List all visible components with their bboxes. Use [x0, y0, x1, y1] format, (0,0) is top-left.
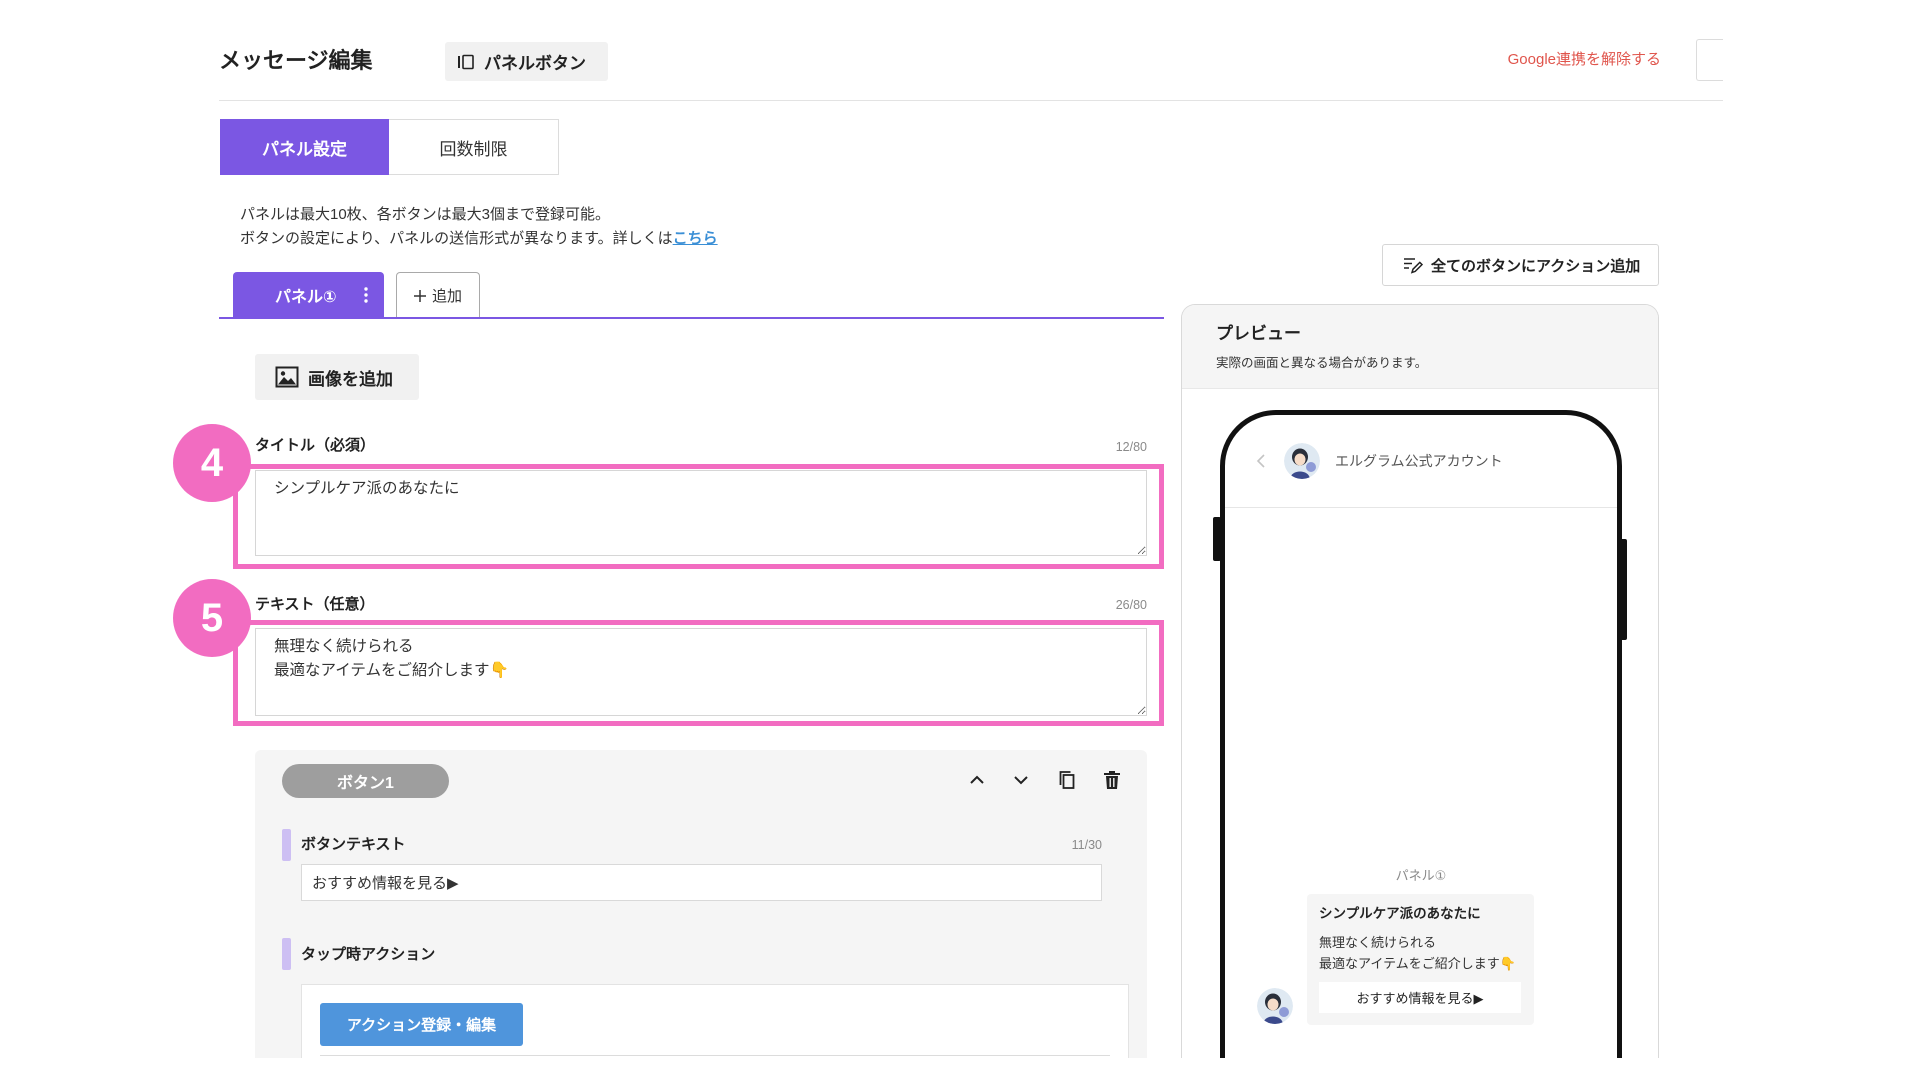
preview-panel: プレビュー 実際の画面と異なる場合があります。 エルグラム公式アカウント パネル…: [1181, 304, 1659, 1058]
details-link[interactable]: こちら: [673, 230, 718, 247]
chevron-down-icon[interactable]: [1008, 767, 1034, 793]
add-action-all-label: 全てのボタンにアクション追加: [1431, 257, 1641, 275]
preview-header: プレビュー 実際の画面と異なる場合があります。: [1182, 305, 1658, 389]
copy-icon[interactable]: [1054, 767, 1080, 793]
add-image-button[interactable]: 画像を追加: [255, 354, 419, 400]
info-line-2-text: ボタンの設定により、パネルの送信形式が異なります。詳しくは: [240, 229, 673, 247]
image-icon: [275, 366, 299, 388]
preview-note: 実際の画面と異なる場合があります。: [1216, 356, 1428, 370]
page-title: メッセージ編集: [219, 48, 373, 73]
chevron-left-icon[interactable]: [1256, 453, 1268, 471]
message-card-button[interactable]: おすすめ情報を見る▶: [1319, 982, 1521, 1013]
message-avatar: [1257, 988, 1293, 1024]
title-char-counter: 12/80: [1115, 440, 1147, 454]
text-field-label: テキスト（任意）: [255, 596, 375, 613]
kebab-menu-icon[interactable]: [358, 285, 374, 305]
chat-header-divider: [1225, 507, 1617, 508]
list-edit-icon: [1403, 256, 1423, 274]
label-accent-bar: [282, 829, 291, 861]
action-register-edit-button[interactable]: アクション登録・編集: [320, 1003, 523, 1046]
trash-icon[interactable]: [1099, 767, 1125, 793]
preview-panel-label: パネル①: [1395, 868, 1447, 883]
tab-count-limit[interactable]: 回数制限: [389, 119, 559, 175]
add-panel-tab[interactable]: 追加: [396, 272, 480, 318]
add-panel-label: 追加: [432, 288, 463, 305]
google-unlink-link[interactable]: Google連携を解除する: [1508, 50, 1661, 70]
button-text-input[interactable]: [301, 864, 1102, 901]
button-text-label: ボタンテキスト: [301, 836, 406, 853]
message-card-title: シンプルケア派のあなたに: [1319, 906, 1481, 921]
button-text-counter: 11/30: [1071, 838, 1102, 852]
button-badge: ボタン1: [282, 764, 449, 798]
tap-action-label: タップ時アクション: [301, 946, 436, 963]
add-action-all-button[interactable]: 全てのボタンにアクション追加: [1382, 244, 1659, 286]
panel-tab-1[interactable]: パネル①: [233, 272, 384, 318]
chevron-up-icon[interactable]: [964, 767, 990, 793]
preview-title: プレビュー: [1216, 324, 1301, 343]
main-tabs: パネル設定 回数制限: [220, 119, 559, 175]
panel-button[interactable]: パネルボタン: [445, 42, 608, 81]
add-image-label: 画像を追加: [308, 369, 393, 389]
header-action-button-partial[interactable]: [1696, 39, 1723, 81]
panel-tab-label: パネル①: [275, 289, 337, 306]
panel-button-label: パネルボタン: [484, 54, 586, 73]
account-name: エルグラム公式アカウント: [1335, 453, 1503, 469]
info-line-2: ボタンの設定により、パネルの送信形式が異なります。詳しくはこちら: [240, 227, 718, 251]
header-divider: [219, 100, 1723, 101]
account-avatar: [1284, 443, 1320, 479]
action-box-divider: [320, 1055, 1110, 1056]
panel-tabs-underline: [219, 317, 1164, 319]
text-textarea[interactable]: 無理なく続けられる 最適なアイテムをご紹介します👇: [255, 628, 1147, 716]
text-char-counter: 26/80: [1115, 598, 1147, 612]
step-badge-4: 4: [173, 424, 251, 502]
phone-frame: エルグラム公式アカウント パネル① シンプルケア派のあなたに 無理なく続けられる…: [1220, 410, 1622, 1058]
info-text: パネルは最大10枚、各ボタンは最大3個まで登録可能。 ボタンの設定により、パネル…: [240, 203, 718, 250]
title-field-label: タイトル（必須）: [255, 437, 376, 454]
panel-message-card: シンプルケア派のあなたに 無理なく続けられる 最適なアイテムをご紹介します👇 お…: [1307, 894, 1534, 1025]
step-badge-5: 5: [173, 579, 251, 657]
label-accent-bar: [282, 938, 291, 970]
title-textarea[interactable]: シンプルケア派のあなたに: [255, 470, 1147, 556]
info-line-1: パネルは最大10枚、各ボタンは最大3個まで登録可能。: [240, 206, 611, 223]
tab-panel-settings[interactable]: パネル設定: [220, 119, 389, 175]
message-card-text: 無理なく続けられる 最適なアイテムをご紹介します👇: [1319, 935, 1516, 971]
plus-icon: [413, 289, 427, 303]
panel-layout-icon: [457, 53, 475, 71]
